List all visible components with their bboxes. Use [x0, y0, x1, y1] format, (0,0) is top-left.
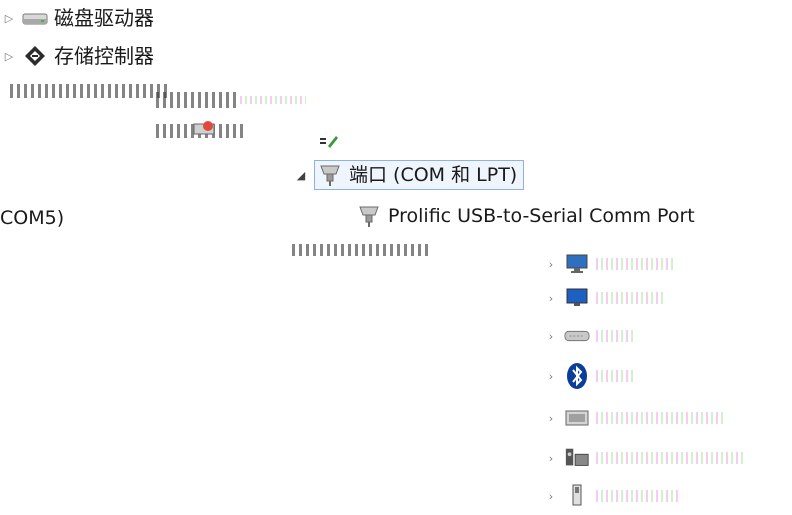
adapter-icon: [564, 406, 590, 430]
sound-device-icon: [564, 446, 590, 470]
tree-item-label: Prolific USB-to-Serial Comm Port: [388, 205, 695, 227]
expand-arrow-icon[interactable]: ▷: [2, 12, 16, 25]
tree-item-display[interactable]: ›: [544, 286, 666, 310]
expand-arrow-icon[interactable]: ›: [544, 258, 558, 271]
serial-port-icon: [356, 204, 382, 228]
tree-item-label: 磁盘驱动器: [54, 6, 154, 30]
tree-item-usb[interactable]: ›: [544, 484, 680, 508]
expand-arrow-icon[interactable]: ›: [544, 370, 558, 383]
tree-item-disk-drives[interactable]: ▷ 磁盘驱动器: [2, 6, 154, 30]
tree-item-selection[interactable]: 端口 (COM 和 LPT): [314, 160, 525, 190]
disk-drive-icon: [22, 6, 48, 30]
collapse-arrow-icon[interactable]: ◢: [294, 169, 308, 182]
tree-item-label: 端口 (COM 和 LPT): [349, 164, 518, 186]
monitor-icon: [564, 252, 590, 276]
expand-arrow-icon[interactable]: ›: [544, 412, 558, 425]
keyboard-icon: [564, 324, 590, 348]
usb-device-icon: [564, 484, 590, 508]
tree-item-label: 存储控制器: [54, 44, 154, 68]
storage-controller-icon: [22, 44, 48, 68]
display-icon: [564, 286, 590, 310]
tree-item-bluetooth[interactable]: ›: [544, 363, 636, 389]
expand-arrow-icon[interactable]: ›: [544, 292, 558, 305]
device-name-tail: COM5): [0, 207, 65, 229]
tree-item-monitor[interactable]: ›: [544, 252, 676, 276]
tree-item-keyboard[interactable]: ›: [544, 324, 636, 348]
tree-item-sound[interactable]: ›: [544, 446, 746, 470]
tree-item-adapter[interactable]: ›: [544, 406, 726, 430]
bluetooth-icon: [564, 363, 590, 389]
port-icon: [317, 163, 343, 187]
tree-item-ports[interactable]: ◢ 端口 (COM 和 LPT): [294, 160, 525, 190]
expand-arrow-icon[interactable]: ›: [544, 452, 558, 465]
expand-arrow-icon[interactable]: ›: [544, 330, 558, 343]
tree-item-prolific-port[interactable]: Prolific USB-to-Serial Comm Port: [356, 204, 695, 228]
tree-item-storage-controllers[interactable]: ▷ 存储控制器: [2, 44, 154, 68]
expand-arrow-icon[interactable]: ›: [544, 490, 558, 503]
expand-arrow-icon[interactable]: ▷: [2, 50, 16, 63]
